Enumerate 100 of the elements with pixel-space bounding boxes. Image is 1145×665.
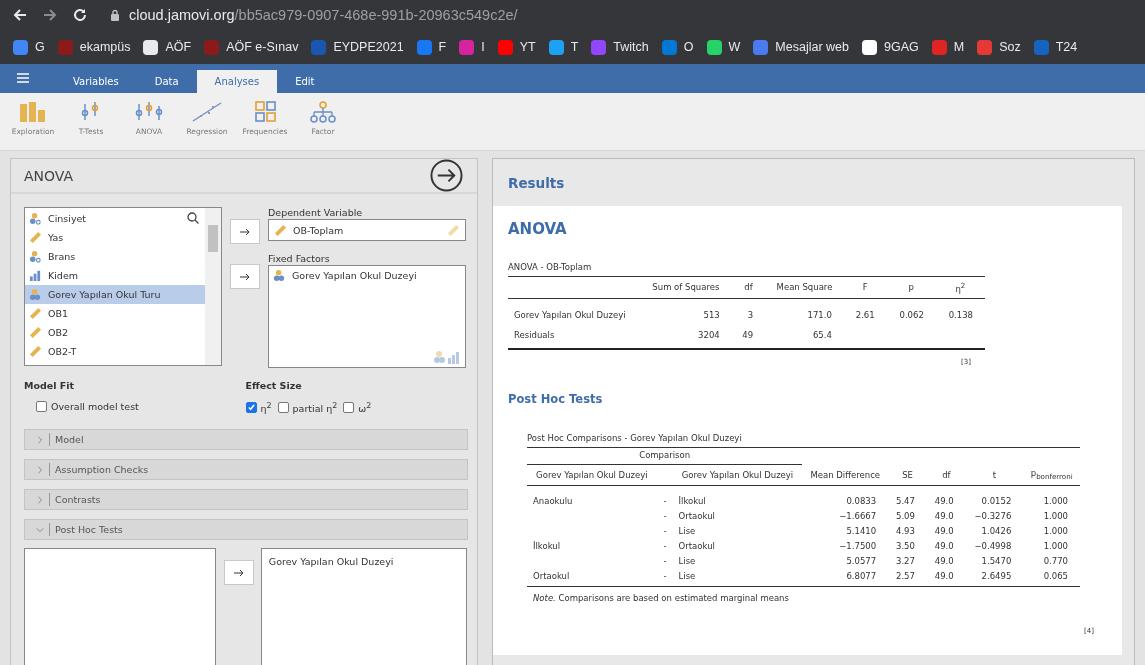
table-cell: 5.1410 — [846, 525, 877, 536]
results-heading: ANOVA — [508, 220, 568, 238]
table-cell: - — [663, 510, 667, 521]
bookmark[interactable]: G — [13, 39, 45, 55]
arrow-circle-icon[interactable] — [430, 159, 463, 192]
menu-tab[interactable]: Edit — [277, 70, 333, 93]
dependent-variable-field[interactable]: OB-Toplam — [268, 219, 466, 241]
table-cell: 1.000 — [1043, 525, 1068, 536]
table-cell: 2.6495 — [981, 570, 1012, 581]
hierarchy-icon — [308, 100, 338, 124]
variable-item[interactable]: OB1 — [25, 304, 205, 323]
bookmark[interactable]: Mesajlar web — [753, 39, 849, 55]
table-cell: −0.4998 — [974, 540, 1012, 551]
bookmark[interactable]: YT — [497, 39, 536, 55]
variable-item[interactable]: OB2 — [25, 323, 205, 342]
bookmark[interactable]: I — [459, 39, 485, 55]
column-header: SE — [902, 469, 913, 480]
variable-item[interactable]: Gorev Yapılan Okul Duzeyi — [269, 266, 465, 285]
table-cell: Ortaokul — [533, 570, 570, 581]
url-host: cloud.jamovi.org — [129, 7, 235, 23]
bookmark[interactable]: ekampüs — [57, 39, 131, 55]
reload-icon[interactable] — [72, 7, 88, 23]
table-cell: 5.0577 — [846, 555, 877, 566]
column-header: Sum of Squares — [652, 282, 720, 293]
bookmark[interactable]: 9GAG — [862, 39, 919, 55]
chevron-right-icon — [36, 465, 44, 474]
term-item[interactable]: Gorev Yapılan Okul Duzeyi — [268, 556, 459, 568]
chevron-right-icon — [36, 495, 44, 504]
checkbox-option[interactable]: Overall model test — [36, 401, 139, 412]
column-header: Mean Difference — [810, 469, 881, 480]
table-cell: 0.062 — [899, 309, 924, 320]
table-cell: 49.0 — [934, 525, 954, 536]
collapsible-section-header[interactable]: Contrasts — [24, 489, 468, 511]
bookmark[interactable]: T — [548, 39, 579, 55]
table-cell: - — [663, 570, 667, 581]
table-cell: −1.7500 — [839, 540, 877, 551]
column-header: Gorev Yapılan Okul Duzeyi — [681, 469, 794, 480]
field-label: Dependent Variable — [268, 207, 364, 219]
variable-item[interactable]: OB2-T — [25, 342, 205, 361]
column-header: df — [744, 282, 753, 293]
bookmark[interactable]: M — [931, 39, 965, 55]
variable-item[interactable]: Brans — [25, 247, 205, 266]
menu-tab[interactable]: Data — [136, 70, 197, 93]
column-header: p$_{bonferroni}$ — [1030, 468, 1073, 479]
lock-icon — [110, 9, 120, 21]
bar-chart-icon — [29, 269, 42, 282]
collapsible-section-header[interactable]: Assumption Checks — [24, 459, 468, 481]
table-cell: 0.0152 — [981, 495, 1012, 506]
bookmark[interactable]: T24 — [1033, 39, 1078, 55]
ruler-icon — [29, 231, 42, 244]
ruler-icon — [29, 345, 42, 358]
ruler-icon — [447, 223, 460, 237]
circles-icon — [29, 212, 42, 225]
back-icon[interactable] — [12, 7, 28, 23]
bookmark[interactable]: W — [706, 39, 741, 55]
forward-icon[interactable] — [42, 7, 58, 23]
table-cell: 1.000 — [1043, 540, 1068, 551]
bookmark[interactable]: EYDPE2021 — [311, 39, 404, 55]
table-cell: 513 — [703, 309, 720, 320]
collapsible-section-header[interactable]: Post Hoc Tests — [24, 519, 468, 541]
variable-item[interactable]: Gorev Yapılan Okul Turu — [25, 285, 205, 304]
table-cell: 49.0 — [934, 555, 954, 566]
checkbox-option[interactable]: ω$^{2}$ — [343, 401, 372, 415]
chevron-down-icon — [36, 525, 44, 534]
variable-item[interactable]: Kidem — [25, 266, 205, 285]
bookmark[interactable]: O — [661, 39, 694, 55]
checkbox-option[interactable]: η$^{2}$ — [245, 401, 272, 415]
menu-tab[interactable]: Analyses — [196, 70, 278, 93]
bar-chart-icon — [18, 100, 48, 124]
move-button[interactable] — [223, 560, 254, 586]
bookmark[interactable]: F — [416, 39, 447, 55]
checkbox-option[interactable]: partial η$^{2}$ — [277, 401, 338, 415]
table-cell: 6.8077 — [846, 570, 877, 581]
circles-icon — [273, 269, 286, 282]
table-cell: Residuals — [514, 329, 555, 340]
move-button[interactable] — [230, 264, 260, 289]
menu-icon[interactable] — [17, 73, 29, 83]
menu-tab[interactable]: Variables — [55, 70, 137, 93]
move-button[interactable] — [230, 219, 260, 244]
checkbox[interactable] — [36, 401, 47, 412]
table-cell: - — [663, 540, 667, 551]
bookmark[interactable]: AÖF e-Sınav — [204, 39, 299, 55]
variable-item[interactable]: Yas — [25, 228, 205, 247]
field-label: Fixed Factors — [268, 253, 331, 265]
table-cell: Anaokulu — [533, 495, 573, 506]
collapsible-section-header[interactable]: Model — [24, 429, 468, 451]
bookmark[interactable]: Twitch — [591, 39, 649, 55]
table-cell: 2.57 — [896, 570, 915, 581]
checkbox[interactable] — [277, 402, 289, 414]
table-cell: Lise — [678, 555, 696, 566]
bookmark[interactable]: AÖF — [143, 39, 192, 55]
circles-icon — [29, 250, 42, 263]
scrollbar[interactable] — [205, 208, 221, 365]
checkbox[interactable] — [245, 402, 257, 414]
search-icon[interactable] — [187, 212, 199, 224]
checkbox[interactable] — [343, 402, 355, 414]
table-cell: −1.6667 — [839, 510, 877, 521]
variable-item[interactable]: Cinsiyet — [25, 209, 205, 228]
table-cell: 65.4 — [812, 329, 832, 340]
bookmark[interactable]: Soz — [977, 39, 1021, 55]
